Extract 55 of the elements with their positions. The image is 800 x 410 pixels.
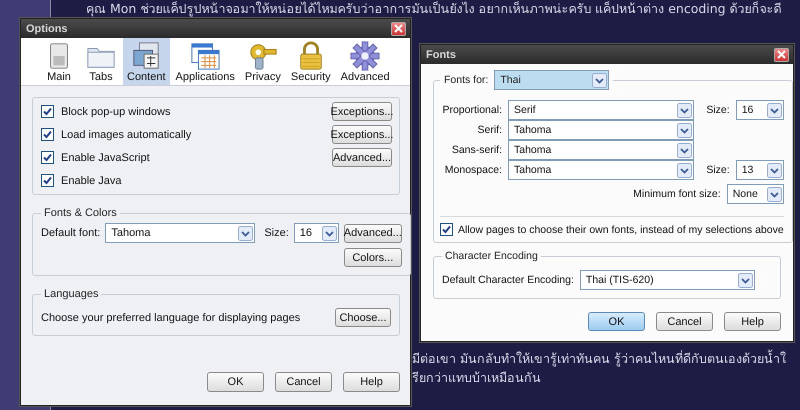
- advanced-button[interactable]: Advanced...: [344, 224, 402, 242]
- field-label: Fonts for:: [444, 74, 488, 86]
- toolbar-tab[interactable]: Tabs: [81, 38, 121, 85]
- encoding-dropdown[interactable]: Thai (TIS-620): [580, 270, 755, 290]
- field-label: Proportional:: [441, 103, 502, 118]
- colors-button[interactable]: Colors...: [344, 248, 402, 267]
- settings-button[interactable]: Exceptions...: [332, 102, 392, 121]
- size-dropdown[interactable]: 13: [736, 160, 784, 180]
- field-label: Size:: [705, 163, 730, 178]
- settings-button[interactable]: Exceptions...: [332, 125, 392, 144]
- field-label: Minimum font size:: [633, 188, 721, 200]
- checkbox-label: Block pop-up windows: [61, 106, 170, 118]
- font-dropdown[interactable]: Tahoma: [508, 140, 694, 160]
- font-dropdown[interactable]: Tahoma: [105, 223, 256, 243]
- toolbar-tab[interactable]: Main: [39, 38, 79, 85]
- group-title: Fonts & Colors: [43, 207, 118, 219]
- group-title: Languages: [43, 288, 100, 300]
- dialog-button[interactable]: Help: [724, 312, 781, 331]
- font-dropdown[interactable]: Serif: [508, 100, 694, 120]
- field-label: Serif:: [476, 123, 502, 138]
- size-dropdown[interactable]: None: [726, 184, 784, 204]
- field-label: Size:: [264, 227, 289, 239]
- group-title: Character Encoding: [444, 250, 539, 262]
- checkbox-label: Allow pages to choose their own fonts, instead of my selections above: [458, 224, 784, 236]
- dialog-button[interactable]: OK: [207, 372, 264, 392]
- choose-button[interactable]: Choose...: [335, 308, 391, 327]
- font-dropdown[interactable]: Tahoma: [508, 160, 694, 180]
- field-label: Size:: [705, 103, 730, 118]
- field-label: Monospace:: [444, 163, 502, 178]
- dialog-button[interactable]: Cancel: [656, 312, 713, 331]
- checkbox-label: Load images automatically: [61, 128, 192, 140]
- language-dropdown[interactable]: Thai: [494, 70, 610, 90]
- size-dropdown[interactable]: 16: [294, 223, 339, 243]
- field-label: Default Character Encoding:: [442, 274, 574, 286]
- toolbar-tab[interactable]: Security: [286, 38, 335, 85]
- dialog-button[interactable]: Cancel: [275, 372, 332, 392]
- toolbar-tab[interactable]: Content: [123, 38, 170, 85]
- checkbox-label: Enable JavaScript: [61, 152, 150, 164]
- toolbar-tab[interactable]: Advanced: [336, 38, 394, 85]
- font-dropdown[interactable]: Tahoma: [508, 120, 694, 140]
- page-text: รียกว่าแทบบ้าเหมือนกัน: [412, 369, 542, 387]
- toolbar-tab[interactable]: Privacy: [240, 38, 285, 85]
- field-label: Sans-serif:: [450, 143, 502, 158]
- size-dropdown[interactable]: 16: [736, 100, 784, 120]
- dialog-button[interactable]: OK: [588, 312, 645, 331]
- field-label: Default font:: [41, 227, 100, 239]
- page-text: คุณ Mon ช่วยแค็ปรูปหน้าจอมาให้หน่อยได้ไหมครับว่าอาการมันเป็นยังไง อยากเห็นภาพน่ะครับ แค็ปหน้าต่าง encoding ด้วยก็จะดี: [86, 0, 782, 18]
- description-text: Choose your preferred language for displaying pages: [41, 312, 300, 324]
- window-title: Fonts: [426, 48, 456, 60]
- settings-button[interactable]: Advanced...: [332, 148, 392, 167]
- page-text: มีต่อเขา มันกลับทำให้เขารู้เท่าทันคน รู้ว่าคนไหนที่ดีกับตนเองด้วยน้ำใ: [412, 349, 786, 368]
- dialog-button[interactable]: Help: [343, 372, 400, 392]
- toolbar-tab[interactable]: Applications: [172, 38, 239, 85]
- checkbox-label: Enable Java: [61, 174, 122, 186]
- window-title: Options: [26, 22, 68, 34]
